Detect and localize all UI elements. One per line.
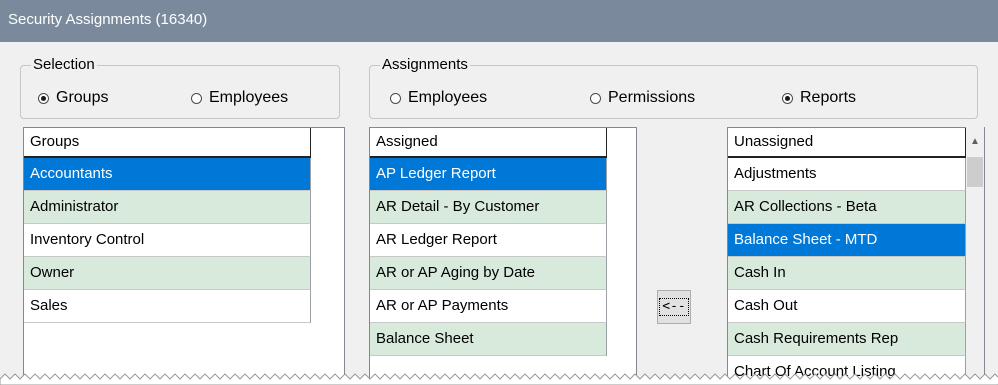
- assign-reports-radio-label: Reports: [800, 89, 857, 106]
- list-item[interactable]: AR Collections - Beta: [728, 191, 966, 224]
- assign-employees-radio-label: Employees: [408, 89, 488, 106]
- assigned-listbox[interactable]: Assigned AP Ledger Report AR Detail - By…: [369, 127, 637, 385]
- unassigned-list-header[interactable]: Unassigned: [728, 128, 966, 158]
- groups-radio-label: Groups: [56, 89, 109, 106]
- security-assignments-window: Security Assignments (16340) Selection G…: [0, 0, 998, 385]
- list-item[interactable]: Cash In: [728, 257, 966, 290]
- groups-list-header[interactable]: Groups: [24, 128, 311, 158]
- selection-legend: Selection: [31, 56, 97, 74]
- employees-radio-label: Employees: [209, 89, 289, 106]
- assign-employees-radio[interactable]: Employees: [390, 88, 487, 108]
- assignments-legend: Assignments: [380, 56, 470, 74]
- assign-permissions-radio-label: Permissions: [608, 89, 696, 106]
- scroll-up-arrow-icon[interactable]: ▲: [966, 127, 984, 155]
- list-item[interactable]: AR or AP Payments: [370, 290, 607, 323]
- list-item[interactable]: AR Detail - By Customer: [370, 191, 607, 224]
- groups-radio[interactable]: Groups: [38, 88, 108, 108]
- window-title: Security Assignments (16340): [0, 0, 998, 42]
- move-button-label: <--: [659, 298, 689, 316]
- employees-radio[interactable]: Employees: [191, 88, 288, 108]
- selection-groupbox: Selection Groups Employees: [20, 56, 340, 119]
- list-item[interactable]: Administrator: [24, 191, 311, 224]
- radio-dot-checked: [38, 92, 49, 104]
- list-item[interactable]: AR Ledger Report: [370, 224, 607, 257]
- radio-dot: [390, 92, 401, 104]
- assignments-groupbox: Assignments Employees Permissions Report…: [369, 56, 978, 119]
- radio-dot: [590, 92, 601, 104]
- list-item[interactable]: Cash Requirements Rep: [728, 323, 966, 356]
- assign-reports-radio[interactable]: Reports: [782, 88, 856, 108]
- unassigned-scrollbar[interactable]: ▲: [966, 127, 984, 385]
- list-item[interactable]: Owner: [24, 257, 311, 290]
- assign-permissions-radio[interactable]: Permissions: [590, 88, 695, 108]
- list-item[interactable]: Balance Sheet - MTD: [728, 224, 966, 257]
- unassigned-listbox[interactable]: Unassigned Adjustments AR Collections - …: [727, 127, 985, 385]
- list-item[interactable]: Inventory Control: [24, 224, 311, 257]
- scroll-thumb[interactable]: [967, 157, 983, 187]
- list-item[interactable]: AR or AP Aging by Date: [370, 257, 607, 290]
- groups-listbox[interactable]: Groups Accountants Administrator Invento…: [23, 127, 345, 385]
- assigned-list-header[interactable]: Assigned: [370, 128, 607, 158]
- list-item[interactable]: Accountants: [24, 158, 311, 191]
- radio-dot: [191, 92, 202, 104]
- list-item[interactable]: Balance Sheet: [370, 323, 607, 356]
- list-item[interactable]: Cash Out: [728, 290, 966, 323]
- radio-dot-checked: [782, 92, 793, 104]
- torn-edge: [0, 373, 998, 385]
- move-to-assigned-button[interactable]: <--: [657, 290, 691, 324]
- list-item[interactable]: Adjustments: [728, 158, 966, 191]
- list-item[interactable]: AP Ledger Report: [370, 158, 607, 191]
- list-item[interactable]: Sales: [24, 290, 311, 323]
